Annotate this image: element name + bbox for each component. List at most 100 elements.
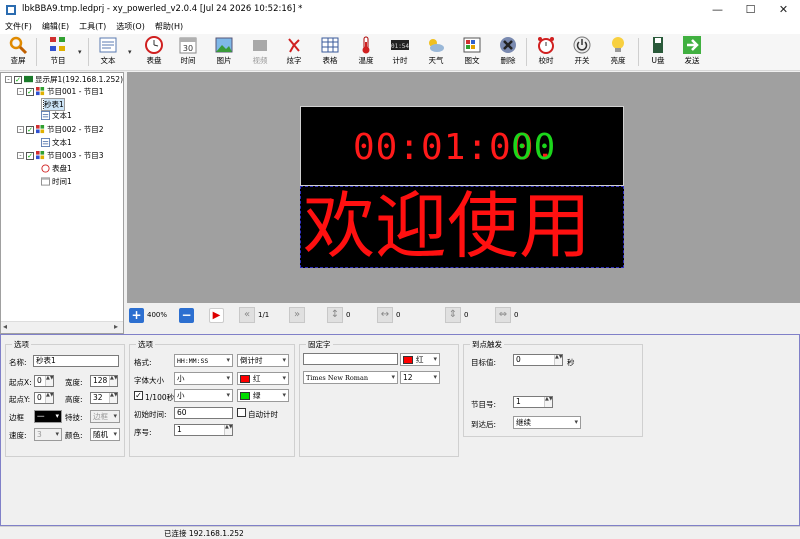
zoom-out-button[interactable]: − — [179, 307, 194, 323]
fixed-text-field[interactable] — [303, 353, 398, 365]
stopwatch-display[interactable]: 00:01:00. 00 — [300, 106, 624, 186]
tree-item-dial[interactable]: 表盘1 — [41, 163, 72, 174]
chevron-down-icon[interactable]: ▾ — [78, 48, 82, 56]
width-field[interactable]: 128 ▲▼ — [90, 375, 118, 387]
vertical-shrink-icon[interactable]: ⇕ — [445, 307, 461, 323]
centisecond-size-select[interactable]: 小 ▾ — [174, 389, 233, 402]
program-button[interactable]: 节目 — [40, 35, 76, 69]
collapse-icon[interactable]: - — [5, 76, 12, 83]
color-label: 颜色: — [65, 431, 83, 440]
y-field[interactable]: 0 ▲▼ — [34, 392, 54, 404]
fixed-text-color-select[interactable]: 红 ▾ — [400, 353, 440, 366]
checkbox[interactable]: ✓ — [26, 125, 34, 134]
program-number-field[interactable]: 1 ▲▼ — [513, 396, 553, 408]
find-screen-button[interactable]: 查屏 — [0, 35, 36, 69]
color2-select[interactable]: 绿 ▾ — [237, 389, 289, 402]
tree-item-text[interactable]: 文本1 — [41, 110, 72, 121]
speed-select[interactable]: 3 ▾ — [34, 428, 62, 441]
tree-item-program[interactable]: - ✓ 节目003 - 节目3 — [17, 150, 104, 161]
toolbar-label: 温度 — [358, 56, 374, 65]
spinner-icon[interactable]: ▲▼ — [109, 393, 117, 403]
spinner-icon[interactable]: ▲▼ — [544, 397, 552, 407]
status-bar: 已连接 192.168.1.252 — [0, 526, 800, 539]
program-tree[interactable]: - ✓ 显示屏1(192.168.1.252) - ✓ 节目001 - 节目1 … — [0, 72, 124, 334]
send-button[interactable]: 发送 — [674, 35, 710, 69]
dial-button[interactable]: 表盘 — [136, 35, 172, 69]
collapse-icon[interactable]: - — [17, 126, 24, 133]
delete-button[interactable]: 删除 — [490, 35, 526, 69]
auto-timing-checkbox[interactable] — [237, 408, 246, 417]
color-select[interactable]: 随机 ▾ — [90, 428, 120, 441]
welcome-text-display[interactable]: 欢迎使用 — [300, 184, 624, 268]
vertical-expand-icon[interactable]: ↕ — [327, 307, 343, 323]
spinner-icon[interactable]: ▲▼ — [45, 376, 53, 386]
checkbox[interactable]: ✓ — [14, 75, 22, 84]
spinner-icon[interactable]: ▲▼ — [224, 425, 232, 435]
height-field[interactable]: 32 ▲▼ — [90, 392, 118, 404]
name-field[interactable]: 秒表1 — [33, 355, 119, 367]
close-button[interactable]: ✕ — [767, 0, 800, 20]
picture-button[interactable]: 图片 — [206, 35, 242, 69]
fancy-text-button[interactable]: 炫字 — [276, 35, 312, 69]
initial-time-field[interactable]: 60 — [174, 407, 233, 419]
color1-select[interactable]: 红 ▾ — [237, 372, 289, 385]
sequence-label: 序号: — [134, 428, 152, 437]
horizontal-expand-icon[interactable]: ↔ — [377, 307, 393, 323]
tree-item-program[interactable]: - ✓ 节目001 - 节目1 — [17, 86, 104, 97]
weather-button[interactable]: 天气 — [418, 35, 454, 69]
usb-button[interactable]: U盘 — [640, 35, 676, 69]
name-label: 名称: — [9, 358, 27, 367]
zoom-in-button[interactable]: + — [129, 307, 144, 323]
after-reach-select[interactable]: 继续 ▾ — [513, 416, 581, 429]
format-select[interactable]: HH:MM:SS ▾ — [174, 354, 233, 367]
time-button[interactable]: 30 时间 — [170, 35, 206, 69]
menu-file[interactable]: 文件(F) — [0, 20, 37, 34]
menu-help[interactable]: 帮助(H) — [150, 20, 188, 34]
temperature-button[interactable]: 温度 — [348, 35, 384, 69]
timer-button[interactable]: 01:54 计时 — [382, 35, 418, 69]
centisecond-checkbox[interactable]: ✓ — [134, 391, 143, 400]
checkbox[interactable]: ✓ — [26, 151, 34, 160]
minimize-button[interactable]: — — [701, 0, 734, 20]
tree-item-screen[interactable]: - ✓ 显示屏1(192.168.1.252) — [5, 74, 123, 85]
spinner-icon[interactable]: ▲▼ — [109, 376, 117, 386]
chevron-down-icon[interactable]: ▾ — [128, 48, 132, 56]
horizontal-shrink-icon[interactable]: ⇔ — [495, 307, 511, 323]
menu-options[interactable]: 选项(O) — [111, 20, 150, 34]
tree-item-program[interactable]: - ✓ 节目002 - 节目2 — [17, 124, 104, 135]
prev-page-button[interactable]: « — [239, 307, 255, 323]
sync-time-button[interactable]: 校时 — [528, 35, 564, 69]
collapse-icon[interactable]: - — [17, 152, 24, 159]
menu-tools[interactable]: 工具(T) — [74, 20, 111, 34]
sequence-field[interactable]: 1 ▲▼ — [174, 424, 233, 436]
effect-value: 边框 — [93, 412, 108, 421]
scroll-left-icon[interactable]: ◂ — [3, 322, 7, 331]
next-page-button[interactable]: » — [289, 307, 305, 323]
mode-select[interactable]: 倒计时 ▾ — [237, 354, 289, 367]
font-size-select[interactable]: 12 ▾ — [400, 371, 440, 384]
maximize-button[interactable]: ☐ — [734, 0, 767, 20]
tree-item-text[interactable]: 文本1 — [41, 137, 72, 148]
collapse-icon[interactable]: - — [17, 88, 24, 95]
table-button[interactable]: 表格 — [312, 35, 348, 69]
brightness-button[interactable]: 亮度 — [600, 35, 636, 69]
spinner-icon[interactable]: ▲▼ — [45, 393, 53, 403]
tree-item-time[interactable]: 时间1 — [41, 176, 72, 187]
border-select[interactable]: 一 ▾ — [34, 410, 62, 423]
font-family-select[interactable]: Times New Roman ▾ — [303, 371, 398, 384]
tree-horizontal-scrollbar[interactable]: ◂ ▸ — [1, 321, 123, 333]
v-shrink-control: ⇕ 0 — [445, 307, 468, 323]
text-button[interactable]: 文本 — [90, 35, 126, 69]
image-text-button[interactable]: 图文 — [454, 35, 490, 69]
power-switch-button[interactable]: 开关 — [564, 35, 600, 69]
effect-select[interactable]: 边框 ▾ — [90, 410, 120, 423]
x-field[interactable]: 0 ▲▼ — [34, 375, 54, 387]
menu-edit[interactable]: 编辑(E) — [37, 20, 74, 34]
play-icon[interactable]: ▶ — [209, 307, 224, 323]
checkbox[interactable]: ✓ — [26, 87, 34, 96]
target-field[interactable]: 0 ▲▼ — [513, 354, 563, 366]
chevron-down-icon: ▾ — [226, 356, 230, 364]
spinner-icon[interactable]: ▲▼ — [554, 355, 562, 365]
font-size-select[interactable]: 小 ▾ — [174, 372, 233, 385]
scroll-right-icon[interactable]: ▸ — [114, 322, 118, 331]
